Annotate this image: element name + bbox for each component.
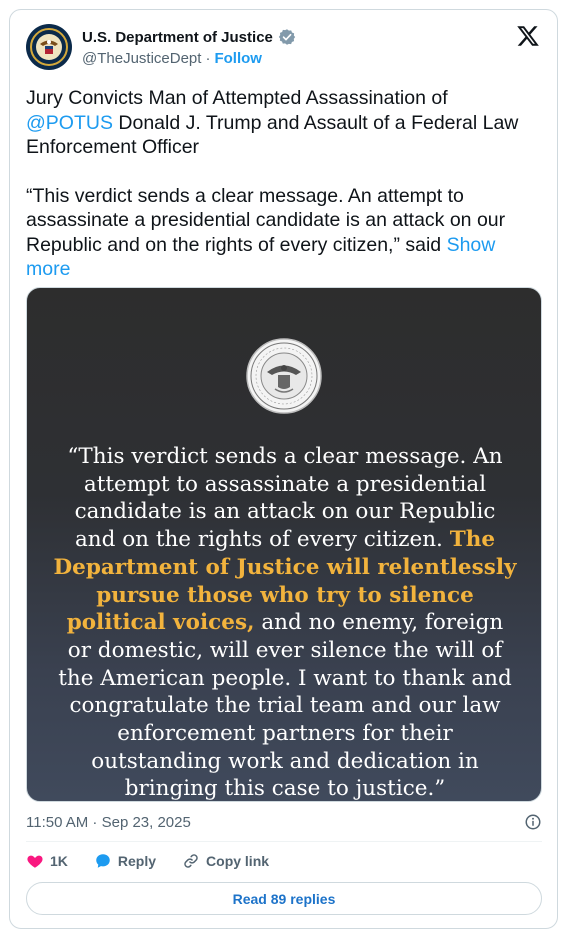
info-icon[interactable] [524,813,542,831]
tweet-card: U.S. Department of Justice @TheJusticeDe… [9,9,558,929]
doj-seal-icon [245,337,323,415]
quote-text: “This verdict sends a clear message. An … [53,443,517,802]
quote-part: “This verdict sends a clear message. An … [67,444,503,553]
link-icon [184,854,198,868]
heart-icon [27,855,43,868]
author-name[interactable]: U.S. Department of Justice [82,29,273,46]
reply-bubble-icon [96,854,110,868]
x-logo-icon[interactable] [516,24,540,48]
reply-button[interactable]: Reply [94,852,156,870]
copy-link-button[interactable]: Copy link [182,852,269,870]
quote-image[interactable]: “This verdict sends a clear message. An … [26,287,542,802]
verified-badge-icon [278,29,296,45]
follow-button[interactable]: Follow [214,50,262,67]
read-replies-button[interactable]: Read 89 replies [26,882,542,915]
handle-separator: · [205,50,211,67]
doj-seal-avatar[interactable] [26,24,72,70]
potus-mention-link[interactable]: @POTUS [26,112,113,134]
like-count: 1K [50,853,68,869]
tweet-text-part: Jury Convicts Man of Attempted Assassina… [26,87,448,109]
quote-part: and no enemy, foreign or domestic, will … [58,610,512,802]
tweet-timestamp[interactable]: 11:50 AM · Sep 23, 2025 [26,814,191,831]
author-handle[interactable]: @TheJusticeDept [82,50,201,67]
reply-label: Reply [117,853,157,869]
like-button[interactable]: 1K [26,852,68,870]
tweet-quote-text: “This verdict sends a clear message. An … [26,184,506,256]
divider [26,841,542,842]
action-bar: 1K Reply Copy link [26,852,295,870]
tweet-text: Jury Convicts Man of Attempted Assassina… [26,86,526,282]
copy-link-label: Copy link [206,853,270,869]
